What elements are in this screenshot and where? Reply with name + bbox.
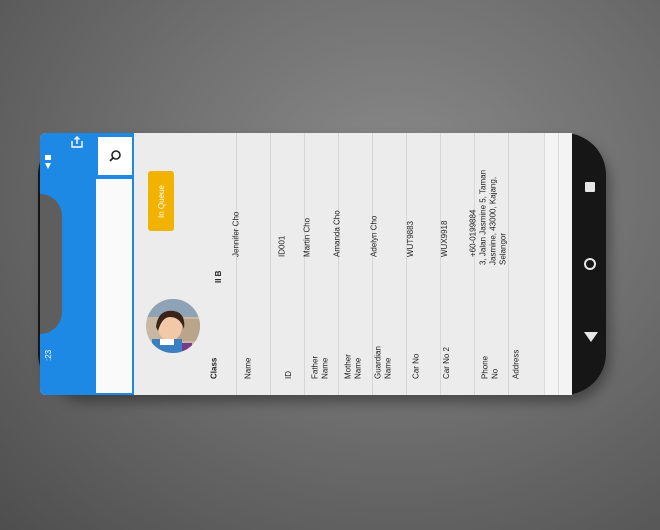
row-value: WUT9883 — [405, 220, 415, 257]
table-row-id: ID ID001 — [272, 133, 305, 395]
table-row-guardian-name: Guardian Name Adelyn Cho — [369, 133, 407, 395]
row-value: Adelyn Cho — [369, 215, 379, 257]
row-label: ID — [284, 371, 293, 379]
row-label: Car No — [411, 353, 421, 379]
app-screen: :23 Student List In Queue — [40, 133, 572, 395]
row-value: II B — [213, 270, 223, 283]
row-label: Address — [511, 349, 521, 379]
share-export-icon[interactable] — [70, 135, 84, 149]
row-value: +60-0199884 — [468, 209, 478, 257]
search-icon — [109, 150, 121, 162]
student-photo — [146, 299, 200, 353]
row-label: Car No 2 — [441, 346, 451, 379]
status-time: :23 — [44, 349, 53, 361]
row-value: WUX9918 — [439, 220, 449, 257]
row-value: Martin Cho — [302, 217, 312, 257]
row-label: Father Name — [310, 355, 330, 379]
row-value: ID001 — [277, 235, 287, 257]
table-row-car-no-2: Car No 2 WUX9918 — [439, 133, 475, 395]
phone-notch — [40, 194, 62, 334]
row-label: Class — [209, 357, 219, 379]
signal-icon — [45, 155, 51, 169]
table-row-car-no: Car No WUT9883 — [405, 133, 441, 395]
row-value: Jennifer Cho — [231, 211, 241, 257]
circle-icon[interactable] — [584, 258, 596, 270]
row-label: Mother Name — [343, 354, 363, 379]
in-queue-button[interactable]: In Queue — [148, 171, 174, 231]
table-row-name: Name Jennifer Cho — [231, 133, 271, 395]
table-row-mother-name: Mother Name Amanda Cho — [333, 133, 373, 395]
row-label: Guardian Name — [373, 346, 393, 379]
table-row-class: Class II B — [204, 133, 237, 395]
row-value: Amanda Cho — [332, 210, 342, 257]
triangle-back-icon[interactable] — [584, 332, 598, 342]
row-label: Phone No — [480, 355, 500, 379]
search-button[interactable] — [98, 137, 132, 175]
row-label: Name — [243, 357, 253, 379]
table-row-father-name: Father Name Martin Cho — [302, 133, 339, 395]
scroll-divider — [558, 133, 559, 395]
table-row-address: Address 3, Jalan Jasmine 5, Taman Jasmin… — [478, 133, 542, 395]
row-value: 3, Jalan Jasmine 5, Taman Jasmine, 43000… — [478, 169, 508, 265]
avatar — [146, 299, 200, 353]
square-icon[interactable] — [585, 182, 595, 192]
search-input[interactable] — [96, 179, 132, 393]
status-icons — [44, 153, 52, 173]
student-detail: In Queue Class II B Name Jennifer Cho ID — [134, 133, 544, 395]
in-queue-label: In Queue — [156, 184, 166, 218]
